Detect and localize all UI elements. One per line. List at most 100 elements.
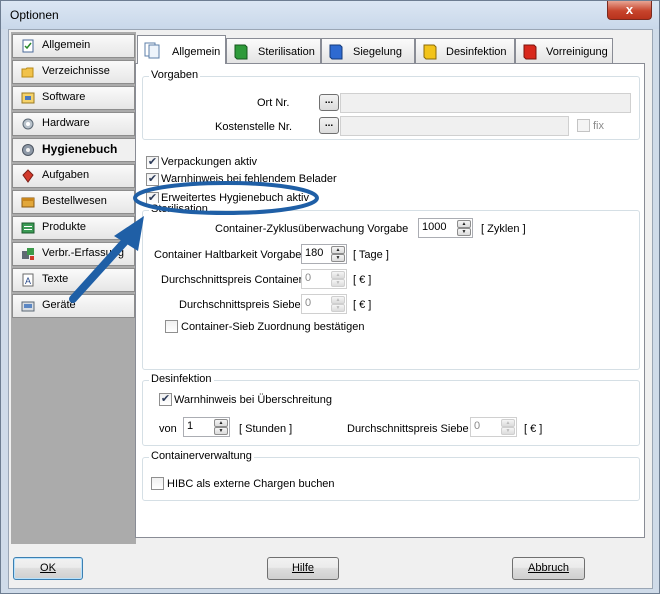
nav-label: Verzeichnisse <box>42 65 110 77</box>
spin-down-button[interactable]: ▼ <box>457 228 471 236</box>
haltbarkeit-unit: [ Tage ] <box>353 249 389 261</box>
warnhinweis-checkbox[interactable]: ✔ <box>146 173 159 186</box>
tab-sterilisation[interactable]: Sterilisation <box>226 38 321 63</box>
nav-item-aufgaben[interactable]: Aufgaben <box>12 164 135 188</box>
preis-siebe-label: Durchschnittspreis Siebe <box>179 299 301 311</box>
zuordnung-label: Container-Sieb Zuordnung bestätigen <box>181 321 365 333</box>
help-button[interactable]: Hilfe <box>267 557 339 580</box>
cancel-label: Abbruch <box>528 562 569 574</box>
preis-siebe-unit: [ € ] <box>353 299 372 311</box>
nav-item-produkte[interactable]: Produkte <box>12 216 135 240</box>
text-icon: A <box>21 273 35 287</box>
group-containerverwaltung: Containerverwaltung HIBC als externe Cha… <box>142 450 640 501</box>
tasks-icon <box>21 169 35 183</box>
dialog-client: Allgemein Verzeichnisse Software Hardwar… <box>8 29 653 589</box>
group-title-containerverwaltung: Containerverwaltung <box>149 450 254 462</box>
von-unit: [ Stunden ] <box>239 423 293 435</box>
nav-item-geraete[interactable]: Geräte <box>12 294 135 318</box>
nav-item-verbr-erfassung[interactable]: Verbr.-Erfassung <box>12 242 135 266</box>
fix-checkbox[interactable] <box>577 119 590 132</box>
preis-container-unit: [ € ] <box>353 274 372 286</box>
group-title-vorgaben: Vorgaben <box>149 69 201 81</box>
spin-up-button[interactable]: ▲ <box>457 220 471 228</box>
zyklus-value: 1000 <box>422 221 447 233</box>
verpackungen-checkbox[interactable]: ✔ <box>146 156 159 169</box>
cancel-button[interactable]: Abbruch <box>512 557 585 580</box>
consumption-icon <box>21 247 35 261</box>
ok-button[interactable]: OK <box>13 557 83 580</box>
von-spinner[interactable]: 1 ▲ ▼ <box>183 417 230 437</box>
hibc-checkbox[interactable] <box>151 477 164 490</box>
spin-down-button[interactable]: ▼ <box>501 427 515 435</box>
ort-browse-button[interactable]: ... <box>319 94 339 111</box>
spin-down-button[interactable]: ▼ <box>331 279 345 287</box>
nav-item-allgemein[interactable]: Allgemein <box>12 34 135 58</box>
preis-siebe-spinner[interactable]: 0 ▲ ▼ <box>301 294 347 314</box>
folder-icon <box>21 65 35 79</box>
nav-item-software[interactable]: Software <box>12 86 135 110</box>
checklist-icon <box>21 39 35 53</box>
desinf-preis-siebe-value: 0 <box>474 420 481 432</box>
spin-down-button[interactable]: ▼ <box>331 304 345 312</box>
group-desinfektion: Desinfektion ✔ Warnhinweis bei Überschre… <box>142 373 640 446</box>
zuordnung-checkbox[interactable] <box>165 320 178 333</box>
spin-up-button[interactable]: ▲ <box>501 419 515 427</box>
tab-pane-allgemein: Vorgaben Ort Nr. ... Kostenstelle Nr. ..… <box>135 63 645 538</box>
tab-allgemein[interactable]: Allgemein <box>137 35 226 64</box>
nav-item-verzeichnisse[interactable]: Verzeichnisse <box>12 60 135 84</box>
nav-label: Hardware <box>42 117 90 129</box>
blue-book-icon <box>328 43 344 60</box>
spin-down-button[interactable]: ▼ <box>214 427 228 435</box>
preis-siebe-value: 0 <box>305 297 312 309</box>
gear-icon <box>21 143 35 157</box>
preis-container-spinner[interactable]: 0 ▲ ▼ <box>301 269 347 289</box>
kostenstelle-browse-button[interactable]: ... <box>319 117 339 134</box>
nav-item-hardware[interactable]: Hardware <box>12 112 135 136</box>
pages-icon <box>144 42 160 59</box>
spin-down-button[interactable]: ▼ <box>331 254 345 262</box>
haltbarkeit-spinner[interactable]: 180 ▲ ▼ <box>301 244 347 264</box>
haltbarkeit-value: 180 <box>305 247 324 259</box>
nav-label: Hygienebuch <box>42 142 118 156</box>
options-window: Optionen x Allgemein Verzeichnisse Softw… <box>0 0 660 594</box>
title-bar[interactable]: Optionen x <box>1 1 659 29</box>
preis-container-value: 0 <box>305 272 312 284</box>
nav-label: Verbr.-Erfassung <box>42 247 124 259</box>
tab-siegelung[interactable]: Siegelung <box>321 38 415 63</box>
zyklus-spinner[interactable]: 1000 ▲ ▼ <box>418 218 473 238</box>
tab-label: Sterilisation <box>258 46 315 58</box>
nav-label: Software <box>42 91 86 103</box>
group-title-sterilisation: Sterilisation <box>149 203 210 215</box>
spin-up-button[interactable]: ▲ <box>214 419 228 427</box>
nav-item-hygienebuch[interactable]: Hygienebuch <box>12 138 136 162</box>
kostenstelle-field[interactable] <box>340 116 569 136</box>
help-label: Hilfe <box>291 562 314 574</box>
desinf-warn-label: Warnhinweis bei Überschreitung <box>174 394 332 406</box>
window-title: Optionen <box>10 8 59 22</box>
spin-up-button[interactable]: ▲ <box>331 246 345 254</box>
von-label: von <box>159 423 177 435</box>
nav-label: Texte <box>42 273 69 285</box>
group-title-desinfektion: Desinfektion <box>149 373 214 385</box>
desinf-preis-siebe-spinner[interactable]: 0 ▲ ▼ <box>470 417 517 437</box>
nav-label: Geräte <box>42 299 76 311</box>
software-icon <box>21 91 35 105</box>
spin-up-button[interactable]: ▲ <box>331 271 345 279</box>
yellow-book-icon <box>422 43 438 60</box>
tab-label: Siegelung <box>353 46 402 58</box>
tab-area: Allgemein Sterilisation Siegelung Desinf… <box>135 33 647 545</box>
ort-field[interactable] <box>340 93 631 113</box>
devices-icon <box>21 299 35 313</box>
tab-desinfektion[interactable]: Desinfektion <box>415 38 515 63</box>
svg-text:A: A <box>25 276 31 286</box>
close-button[interactable]: x <box>607 1 652 20</box>
spin-up-button[interactable]: ▲ <box>331 296 345 304</box>
group-vorgaben: Vorgaben Ort Nr. ... Kostenstelle Nr. ..… <box>142 69 640 140</box>
nav-item-texte[interactable]: A Texte <box>12 268 135 292</box>
tab-vorreinigung[interactable]: Vorreinigung <box>515 38 613 63</box>
red-book-icon <box>522 43 538 60</box>
nav-item-bestellwesen[interactable]: Bestellwesen <box>12 190 135 214</box>
order-icon <box>21 195 35 209</box>
preis-container-label: Durchschnittspreis Container <box>161 274 303 286</box>
desinf-warn-checkbox[interactable]: ✔ <box>159 393 172 406</box>
